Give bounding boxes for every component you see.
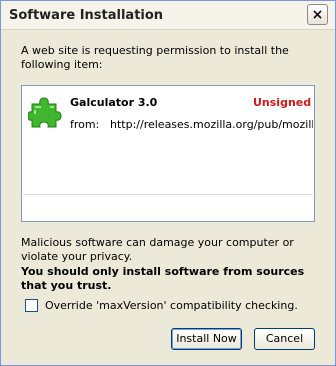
malicious-software-warning: Malicious software can damage your compu… bbox=[21, 236, 294, 263]
install-item-list[interactable]: Galculator 3.0 Unsigned from: http://rel… bbox=[21, 85, 315, 222]
from-label: from: bbox=[70, 118, 100, 131]
list-item[interactable]: Galculator 3.0 Unsigned from: http://rel… bbox=[23, 87, 313, 195]
close-icon: × bbox=[311, 7, 324, 23]
source-url: http://releases.mozilla.org/pub/mozilla.… bbox=[110, 118, 313, 131]
override-maxversion-checkbox[interactable] bbox=[25, 299, 38, 312]
title-bar[interactable]: Software Installation × bbox=[1, 1, 335, 30]
software-installation-dialog: Software Installation × A web site is re… bbox=[0, 0, 336, 366]
install-now-button[interactable]: Install Now bbox=[171, 328, 242, 350]
intro-text: A web site is requesting permission to i… bbox=[21, 44, 289, 71]
window-title: Software Installation bbox=[9, 8, 164, 23]
close-button[interactable]: × bbox=[307, 4, 328, 25]
signature-status: Unsigned bbox=[253, 96, 312, 109]
item-name: Galculator 3.0 bbox=[70, 96, 158, 109]
override-maxversion-label[interactable]: Override 'maxVersion' compatibility chec… bbox=[45, 299, 298, 312]
cancel-button[interactable]: Cancel bbox=[254, 328, 315, 350]
puzzle-piece-icon bbox=[28, 97, 62, 128]
trusted-sources-warning: You should only install software from so… bbox=[21, 265, 305, 292]
